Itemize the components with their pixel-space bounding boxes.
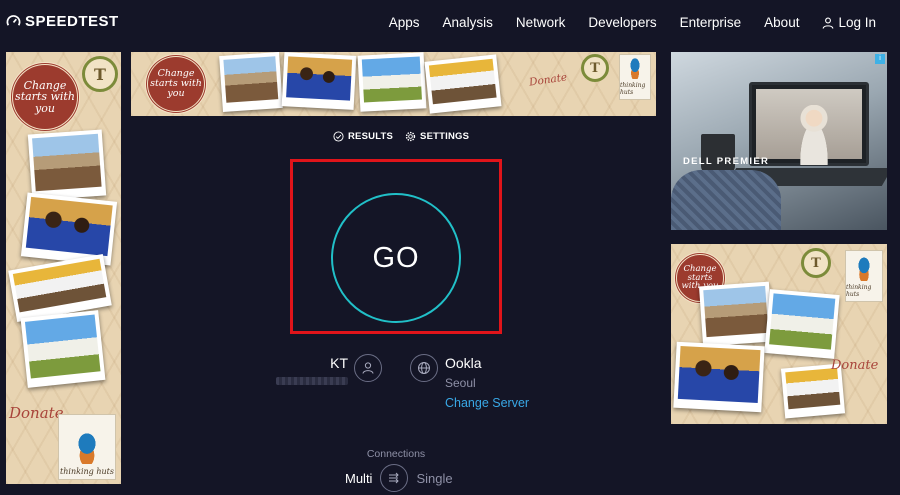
tab-settings-label: SETTINGS [420,131,470,142]
isp-icon-wrap [354,354,382,382]
ad-donate-text: Donate [9,404,64,422]
connections-single[interactable]: Single [416,471,452,486]
ad-photo-house [20,310,106,388]
ad-stamp: Change starts with you [145,54,207,114]
dell-premier-text: DELL PREMIER [683,156,770,167]
server-info: Ookla Seoul Change Server [410,353,560,415]
kingfisher-icon [853,255,875,281]
nav-link-enterprise[interactable]: Enterprise [680,15,742,30]
login-link[interactable]: Log In [822,15,876,30]
ad-photo-team [424,54,502,114]
kingfisher-icon [70,430,104,464]
nav-link-network[interactable]: Network [516,15,566,30]
ad-seal-logo: T [801,248,831,278]
ad-photo-kids [281,52,357,110]
isp-info: KT [276,353,386,393]
ad-donate-text: Donate [831,358,879,373]
right-ad-banner[interactable]: Change starts with you T thinking huts D… [671,244,887,424]
results-settings-tabs: RESULTS SETTINGS [333,131,469,142]
top-nav: SPEEDTEST Apps Analysis Network Develope… [0,0,900,46]
dell-ad-banner[interactable]: i DELL PREMIER [671,52,887,230]
logo-text: SPEEDTEST [25,13,119,30]
ad-photo-building [27,129,107,201]
ad-stamp: Change starts with you [10,62,80,132]
connections-toggle-row: Multi Single [345,464,453,492]
check-circle-icon [333,131,344,142]
ad-seal-logo: T [82,56,118,92]
kingfisher-icon [626,56,644,79]
gauge-icon [6,15,21,26]
globe-icon [418,362,430,374]
ad-photo-house [357,52,427,112]
ad-mug-graphic [701,134,735,174]
ad-laptop-graphic [749,82,869,166]
go-button[interactable]: GO [331,193,461,323]
ad-thinking-huts-card: thinking huts [619,54,651,100]
nav-link-developers[interactable]: Developers [588,15,656,30]
isp-name: KT [330,355,348,371]
left-ad-banner[interactable]: Change starts with you T Donate thinking… [6,52,121,484]
isp-ip-redacted [276,377,348,385]
tab-settings[interactable]: SETTINGS [405,131,469,142]
ad-seal-logo: T [581,54,609,82]
connections-toggle[interactable] [380,464,409,492]
login-label: Log In [838,15,876,30]
user-icon [362,362,374,374]
server-city: Seoul [445,376,476,390]
ad-photo-house [764,289,840,359]
connections-label: Connections [366,448,426,460]
server-icon-wrap [410,354,438,382]
ad-thinking-huts-card: thinking huts [58,414,116,480]
gear-icon [405,131,416,142]
nav-link-analysis[interactable]: Analysis [443,15,493,30]
user-icon [823,17,834,29]
arrows-toggle-icon [389,472,400,484]
connections-multi[interactable]: Multi [345,471,372,486]
ad-photo-kids [673,341,765,413]
nav-links: Apps Analysis Network Developers Enterpr… [389,15,876,30]
ad-photo-building [219,52,283,113]
tab-results[interactable]: RESULTS [333,131,393,142]
ad-choices-icon[interactable]: i [875,54,885,64]
ad-donate-text: Donate [528,71,568,89]
speedtest-logo[interactable]: SPEEDTEST [6,13,119,30]
ad-person-graphic [671,170,781,230]
top-ad-banner[interactable]: Change starts with you Donate T thinking… [131,52,656,116]
ad-thinking-huts-card: thinking huts [845,250,883,302]
ad-photo-building [698,281,774,347]
tab-results-label: RESULTS [348,131,394,142]
nav-link-apps[interactable]: Apps [389,15,420,30]
server-name: Ookla [445,355,482,371]
nav-link-about[interactable]: About [764,15,799,30]
change-server-link[interactable]: Change Server [445,396,529,410]
